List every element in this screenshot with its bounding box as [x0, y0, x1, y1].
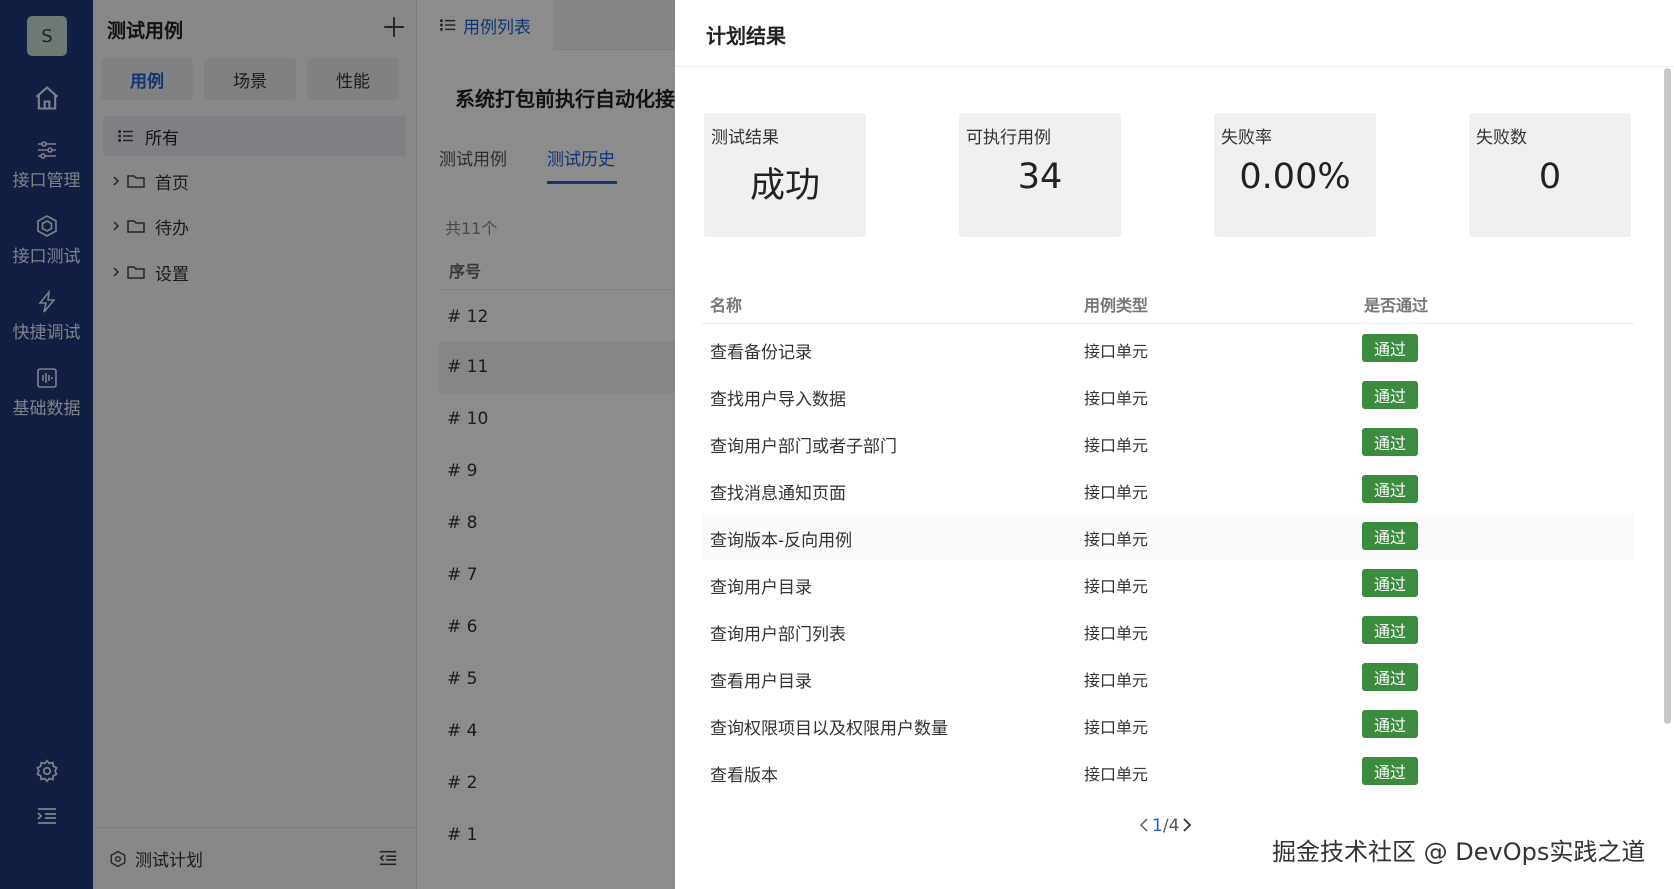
stat-value: 成功 [749, 166, 820, 206]
pass-badge: 通过 [1362, 428, 1418, 456]
pass-badge: 通过 [1362, 663, 1418, 691]
stat-label: 可执行用例 [966, 128, 1051, 148]
pass-badge: 通过 [1362, 757, 1418, 785]
plan-result-drawer: 计划结果 测试结果 成功 可执行用例 34 失败率 0.00% 失败数 0 名称… [675, 0, 1674, 889]
case-name: 查询权限项目以及权限用户数量 [710, 719, 948, 739]
case-type: 接口单元 [1084, 765, 1149, 784]
next-page-button[interactable] [1181, 814, 1193, 838]
case-type: 接口单元 [1084, 436, 1149, 455]
case-type: 接口单元 [1084, 389, 1149, 408]
case-name: 查找用户导入数据 [710, 390, 846, 410]
table-header: 名称 用例类型 是否通过 [702, 278, 1634, 324]
case-name: 查看版本 [710, 766, 778, 786]
case-name: 查询用户部门或者子部门 [710, 437, 897, 457]
case-name: 查询用户部门列表 [710, 625, 846, 645]
drawer-header: 计划结果 [675, 0, 1674, 67]
case-type: 接口单元 [1084, 671, 1149, 690]
total-pages: 4 [1168, 816, 1180, 836]
stat-card-failures: 失败数 0 [1469, 113, 1631, 237]
table-row[interactable]: 查看版本 接口单元 通过 [702, 748, 1634, 795]
scrollbar[interactable] [1664, 68, 1671, 724]
stat-card-failure-rate: 失败率 0.00% [1214, 113, 1376, 237]
watermark: 掘金技术社区 @ DevOps实践之道 [1272, 838, 1646, 866]
stat-card-result: 测试结果 成功 [704, 113, 866, 237]
case-type: 接口单元 [1084, 483, 1149, 502]
prev-page-button[interactable] [1138, 814, 1150, 838]
chevron-right-icon [1183, 818, 1192, 832]
case-type: 接口单元 [1084, 342, 1149, 361]
pagination: 1 / 4 [1136, 814, 1195, 838]
column-header-name: 名称 [710, 296, 743, 315]
case-name: 查找消息通知页面 [710, 484, 846, 504]
table-row[interactable]: 查找消息通知页面 接口单元 通过 [702, 466, 1634, 513]
table-row[interactable]: 查询用户部门列表 接口单元 通过 [702, 607, 1634, 654]
stat-value: 0 [1538, 157, 1562, 197]
column-header-passed: 是否通过 [1364, 296, 1429, 315]
table-row[interactable]: 查询版本-反向用例 接口单元 通过 [702, 513, 1634, 560]
current-page: 1 [1152, 816, 1163, 836]
table-row[interactable]: 查看备份记录 接口单元 通过 [702, 325, 1634, 372]
stat-card-executable: 可执行用例 34 [959, 113, 1121, 237]
pass-badge: 通过 [1362, 381, 1418, 409]
chevron-left-icon [1139, 818, 1148, 832]
case-name: 查询用户目录 [710, 578, 812, 598]
stat-label: 测试结果 [711, 128, 779, 148]
stat-value: 34 [1017, 157, 1063, 197]
table-row[interactable]: 查询用户部门或者子部门 接口单元 通过 [702, 419, 1634, 466]
pass-badge: 通过 [1362, 616, 1418, 644]
table-row[interactable]: 查询用户目录 接口单元 通过 [702, 560, 1634, 607]
case-name: 查看用户目录 [710, 672, 812, 692]
column-header-type: 用例类型 [1084, 296, 1149, 315]
table-row[interactable]: 查找用户导入数据 接口单元 通过 [702, 372, 1634, 419]
case-type: 接口单元 [1084, 530, 1149, 549]
stat-label: 失败率 [1221, 128, 1272, 148]
case-name: 查询版本-反向用例 [710, 531, 853, 551]
pass-badge: 通过 [1362, 475, 1418, 503]
overlay-mask[interactable] [0, 0, 675, 889]
pass-badge: 通过 [1362, 522, 1418, 550]
pass-badge: 通过 [1362, 334, 1418, 362]
table-row[interactable]: 查看用户目录 接口单元 通过 [702, 654, 1634, 701]
stat-label: 失败数 [1476, 128, 1527, 148]
pass-badge: 通过 [1362, 569, 1418, 597]
pass-badge: 通过 [1362, 710, 1418, 738]
case-type: 接口单元 [1084, 577, 1149, 596]
table-row[interactable]: 查询权限项目以及权限用户数量 接口单元 通过 [702, 701, 1634, 748]
stat-value: 0.00% [1239, 157, 1351, 197]
case-type: 接口单元 [1084, 718, 1149, 737]
case-type: 接口单元 [1084, 624, 1149, 643]
drawer-title: 计划结果 [706, 24, 786, 48]
case-name: 查看备份记录 [710, 343, 812, 363]
